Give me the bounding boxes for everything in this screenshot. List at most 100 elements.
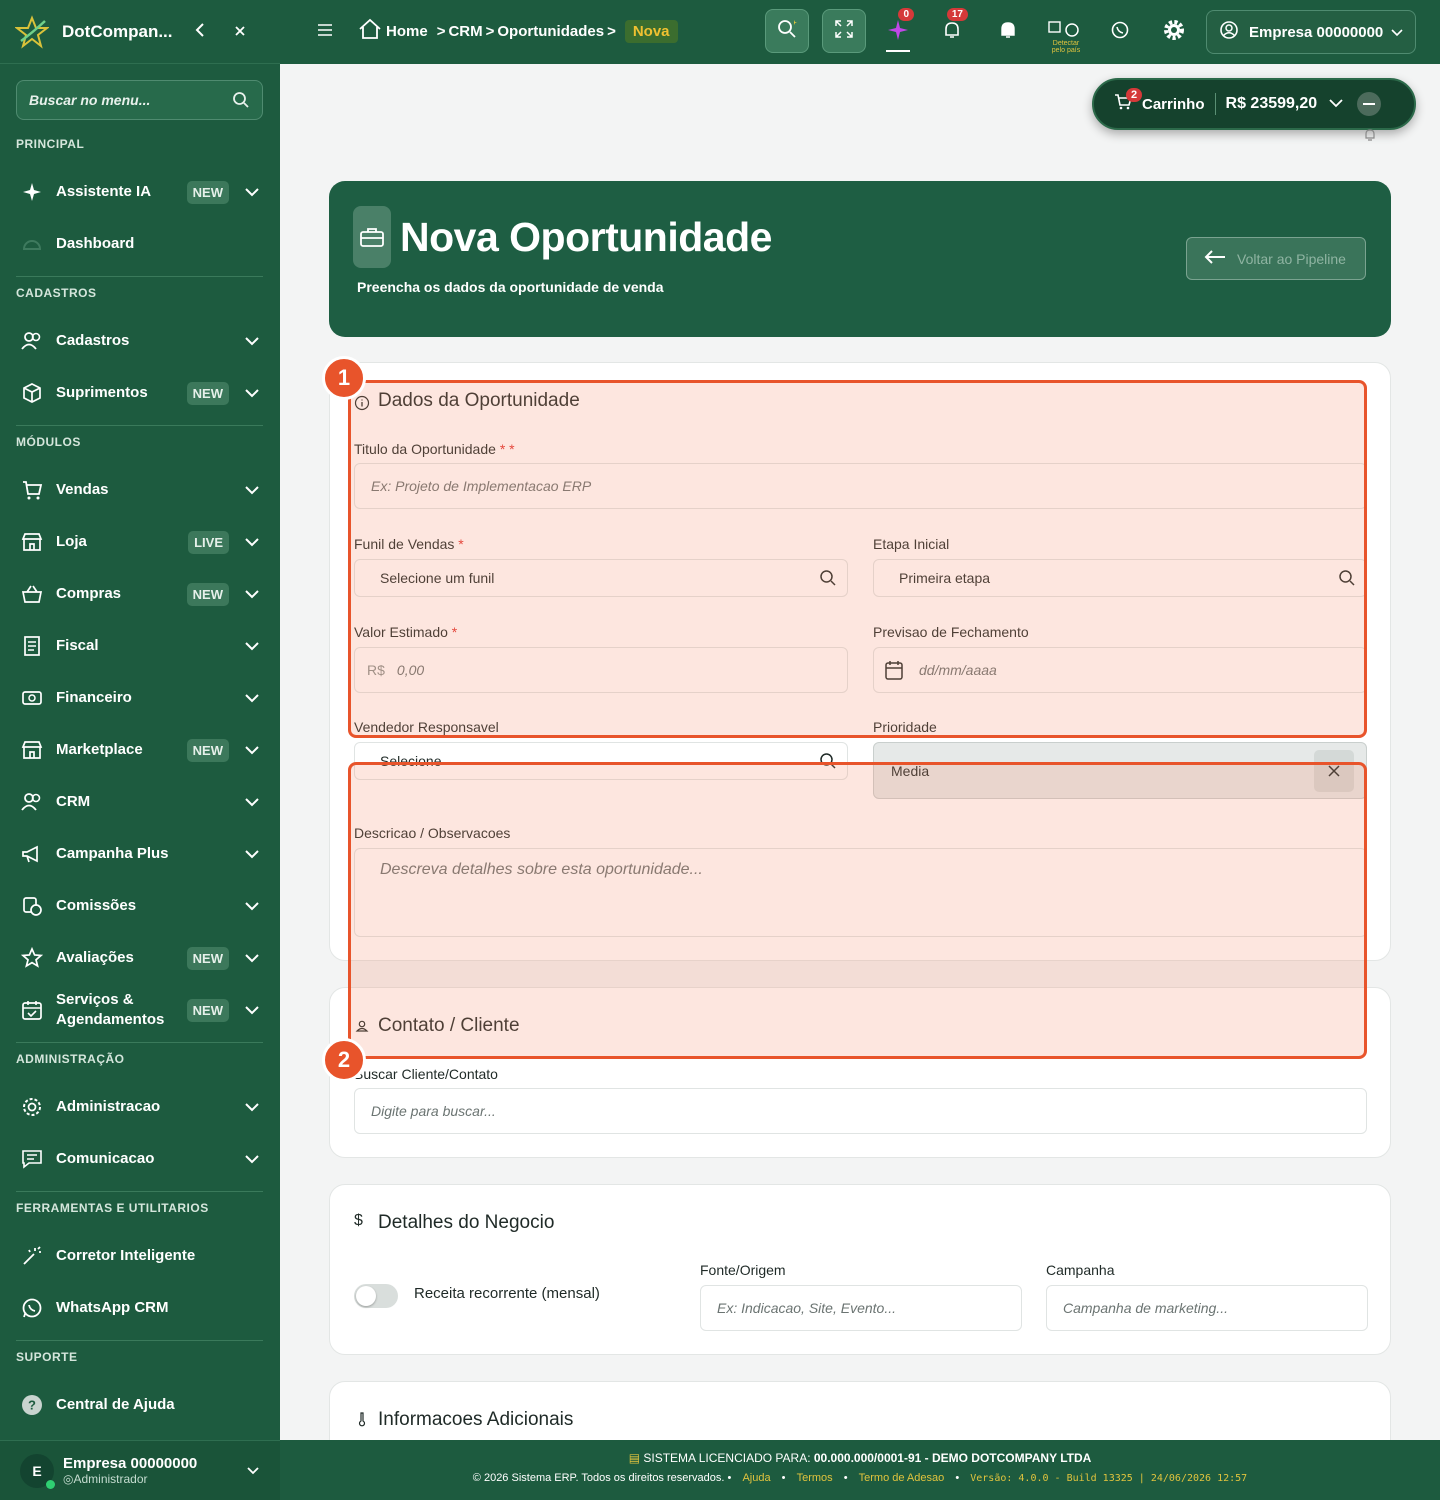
descricao-label: Descricao / Observacoes (354, 825, 511, 841)
sidebar-item-loja[interactable]: Loja LIVE (16, 522, 263, 562)
gear-icon (16, 1095, 48, 1119)
sidebar-item-label: Assistente IA (56, 183, 152, 200)
gear-icon (1161, 17, 1187, 48)
new-badge: NEW (186, 998, 229, 1022)
sidebar-item-servicos[interactable]: Serviços & Agendamentos NEW (16, 990, 263, 1030)
sidebar-item-label: Financeiro (56, 689, 132, 706)
fullscreen-button[interactable] (822, 9, 866, 53)
sidebar-item-financeiro[interactable]: Financeiro (16, 678, 263, 718)
footer-link-termos[interactable]: Termos (797, 1472, 833, 1484)
sidebar-item-central-ajuda[interactable]: ? Central de Ajuda (16, 1385, 263, 1425)
search-icon (1339, 570, 1355, 586)
previsao-date-input[interactable]: dd/mm/aaaa (873, 647, 1367, 693)
alerts-button[interactable] (990, 14, 1026, 50)
footer-link-termo-adesao[interactable]: Termo de Adesao (859, 1472, 945, 1484)
sidebar-item-avaliacoes[interactable]: Avaliações NEW (16, 938, 263, 978)
breadcrumb-home[interactable]: Home (386, 23, 428, 40)
sidebar-item-compras[interactable]: Compras NEW (16, 574, 263, 614)
collapse-sidebar-icon[interactable] (180, 21, 220, 42)
clear-selection-icon[interactable] (1314, 750, 1354, 792)
prioridade-value: Media (891, 762, 930, 779)
funil-label: Funil de Vendas * (354, 536, 464, 552)
sidebar-item-suprimentos[interactable]: Suprimentos NEW (16, 373, 263, 413)
sidebar-item-label: Central de Ajuda (56, 1396, 175, 1413)
sidebar-item-comunicacao[interactable]: Comunicacao (16, 1139, 263, 1179)
chevron-down-icon (241, 336, 263, 346)
new-badge: NEW (186, 946, 229, 970)
menu-search-input[interactable]: Buscar no menu... (16, 80, 263, 120)
fonte-label: Fonte/Origem (700, 1262, 786, 1278)
cart-widget[interactable]: 2 Carrinho R$ 23599,20 (1092, 78, 1416, 130)
sidebar-item-assistente-ia[interactable]: Assistente IA NEW (16, 172, 263, 212)
whatsapp-icon (1110, 20, 1130, 45)
sidebar-user[interactable]: E Empresa 00000000 ◎Administrador (0, 1440, 280, 1500)
back-to-pipeline-button[interactable]: Voltar ao Pipeline (1186, 237, 1366, 280)
settings-button[interactable] (1156, 14, 1192, 50)
etapa-label: Etapa Inicial (873, 536, 950, 552)
calendar-icon[interactable] (884, 659, 904, 681)
search-icon (233, 92, 249, 108)
notifications-button[interactable]: 17 (934, 8, 970, 50)
sidebar-item-administracao[interactable]: Administracao (16, 1087, 263, 1127)
receipt-icon (16, 634, 48, 658)
fonte-input[interactable]: Ex: Indicacao, Site, Evento... (700, 1285, 1022, 1331)
chevron-down-icon (241, 641, 263, 651)
star-logo-icon (14, 14, 50, 50)
help-icon: ? (16, 1393, 48, 1417)
minimize-cart-button[interactable] (1357, 92, 1382, 116)
global-search-button[interactable] (765, 9, 809, 53)
etapa-select[interactable]: Primeira etapa (873, 559, 1367, 597)
funil-select[interactable]: Selecione um funil (354, 559, 848, 597)
chevron-down-icon (241, 953, 263, 963)
sidebar-item-vendas[interactable]: Vendas (16, 470, 263, 510)
store-icon (16, 530, 48, 554)
megaphone-icon (16, 842, 48, 866)
notification-count-badge: 17 (946, 8, 968, 21)
buscar-cliente-label: Buscar Cliente/Contato (354, 1066, 498, 1082)
page-header: Nova Oportunidade Preencha os dados da o… (329, 181, 1391, 337)
sidebar-item-cadastros[interactable]: Cadastros (16, 321, 263, 361)
vendedor-select[interactable]: Selecione (354, 742, 848, 780)
annotation-number-2: 2 (322, 1038, 366, 1082)
sidebar-item-crm[interactable]: CRM (16, 782, 263, 822)
company-selector[interactable]: Empresa 00000000 (1206, 10, 1416, 54)
currency-detect-button[interactable]: Detectar pelo país (1046, 14, 1082, 54)
sidebar-item-corretor[interactable]: Corretor Inteligente (16, 1236, 263, 1276)
breadcrumb-crm[interactable]: CRM (448, 23, 482, 40)
commission-icon (16, 894, 48, 918)
user-name: Empresa 00000000 (63, 1455, 198, 1472)
thermometer-icon (358, 1412, 366, 1427)
sidebar-item-campanha-plus[interactable]: Campanha Plus (16, 834, 263, 874)
recurring-revenue-toggle[interactable] (354, 1284, 398, 1308)
chevron-down-icon (241, 388, 263, 398)
titulo-input[interactable]: Ex: Projeto de Implementacao ERP (354, 463, 1367, 509)
section-cadastros: CADASTROS (16, 286, 97, 300)
sidebar-item-label: Fiscal (56, 637, 99, 654)
sidebar-item-fiscal[interactable]: Fiscal (16, 626, 263, 666)
footer-link-ajuda[interactable]: Ajuda (742, 1472, 770, 1484)
prioridade-select[interactable]: Media (873, 742, 1367, 799)
chevron-down-icon (241, 187, 263, 197)
sidebar-item-label: Compras (56, 585, 122, 602)
sidebar-item-comissoes[interactable]: Comissões (16, 886, 263, 926)
ai-assistant-button[interactable]: 0 (880, 8, 916, 52)
hamburger-menu-icon[interactable] (316, 22, 334, 43)
buscar-cliente-input[interactable]: Digite para buscar... (354, 1088, 1367, 1134)
sidebar-item-dashboard[interactable]: Dashboard (16, 224, 263, 264)
sidebar-item-label: Suprimentos (56, 384, 148, 401)
chevron-down-icon[interactable] (1329, 95, 1343, 113)
chevron-down-icon (241, 849, 263, 859)
breadcrumb-oportunidades[interactable]: Oportunidades (497, 23, 604, 40)
sidebar-item-label: Avaliações (56, 949, 134, 966)
close-icon[interactable] (220, 21, 260, 42)
valor-input[interactable]: R$ 0,00 (354, 647, 848, 693)
sidebar-item-marketplace[interactable]: Marketplace NEW (16, 730, 263, 770)
descricao-textarea[interactable]: Descreva detalhes sobre esta oportunidad… (354, 848, 1367, 937)
campanha-input[interactable]: Campanha de marketing... (1046, 1285, 1368, 1331)
sidebar-item-whatsapp-crm[interactable]: WhatsApp CRM (16, 1288, 263, 1328)
section-title: Dados da Oportunidade (378, 390, 580, 411)
sidebar-brand: DotCompan... (0, 0, 280, 64)
whatsapp-button[interactable] (1102, 14, 1138, 50)
basket-icon (16, 582, 48, 606)
magic-wand-icon (16, 1244, 48, 1268)
